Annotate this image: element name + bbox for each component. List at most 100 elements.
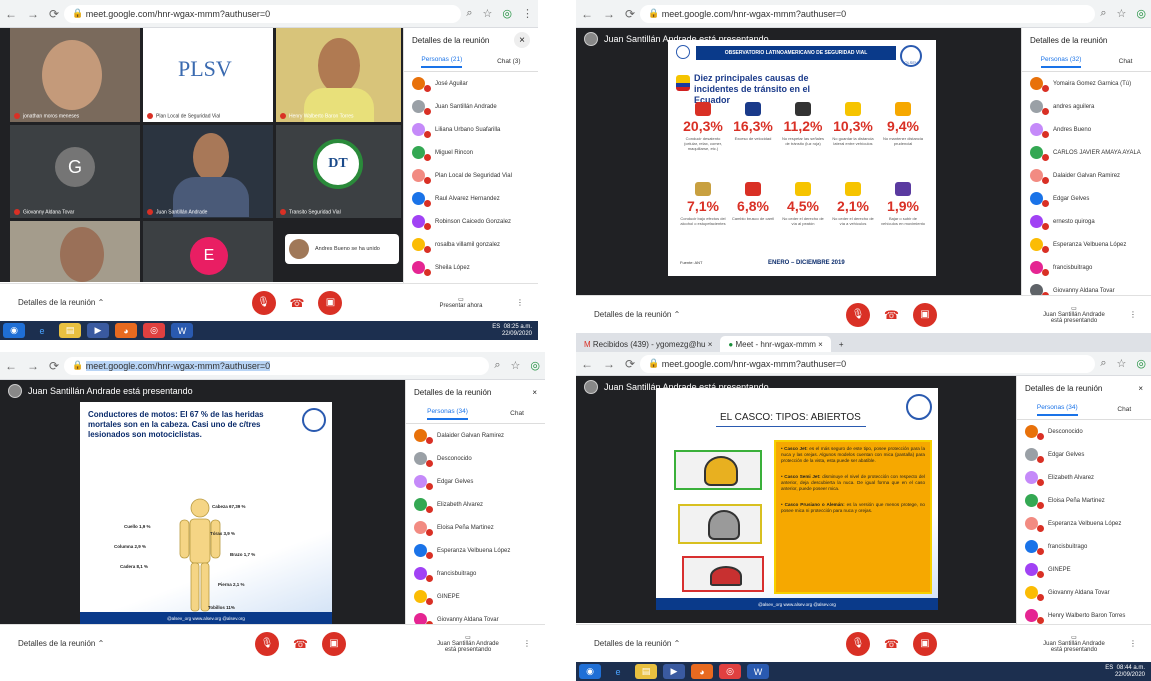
participant-row[interactable]: Plan Local de Seguridad Vial <box>404 164 538 187</box>
tab-meet[interactable]: ● Meet - hnr-wgax-mmm × <box>720 336 831 352</box>
tab-people[interactable]: Personas (32) <box>1040 56 1082 68</box>
participant-row[interactable]: Eloisa Peña Martinez <box>406 516 545 539</box>
star-icon[interactable]: ☆ <box>483 7 493 20</box>
reload-icon[interactable]: ⟳ <box>625 357 635 371</box>
extension-icon[interactable]: ◎ <box>502 7 512 20</box>
participant-row[interactable]: Miguel Rincon <box>404 141 538 164</box>
tab-chat[interactable]: Chat <box>1119 58 1133 65</box>
search-icon[interactable]: ⌕ <box>1100 357 1106 370</box>
folder-icon[interactable]: ▤ <box>59 323 81 338</box>
search-icon[interactable]: ⌕ <box>1100 7 1106 20</box>
back-icon[interactable]: ← <box>581 7 593 21</box>
url-field[interactable]: 🔒 meet.google.com/hnr-wgax-mmm?authuser=… <box>640 4 1096 23</box>
reload-icon[interactable]: ⟳ <box>625 7 635 21</box>
hangup-icon[interactable]: ☎ <box>884 637 899 651</box>
extension-icon[interactable]: ◎ <box>1136 357 1146 370</box>
meeting-details-toggle[interactable]: Detalles de la reunión ⌃ <box>18 298 168 307</box>
ie-icon[interactable]: e <box>31 323 53 338</box>
mic-off-icon[interactable]: 🎙 <box>255 631 280 656</box>
back-icon[interactable]: ← <box>581 357 593 371</box>
video-tile[interactable]: Juan Santillán Andrade <box>143 125 273 218</box>
participant-row[interactable]: Esperanza Velbuena López <box>1022 233 1151 256</box>
start-icon[interactable]: ◉ <box>3 323 25 338</box>
word-icon[interactable]: W <box>747 664 769 679</box>
more-options-icon[interactable]: ⋮ <box>516 298 524 307</box>
address-bar[interactable]: ← → ⟳ 🔒 meet.google.com/hnr-wgax-mmm?aut… <box>0 0 538 28</box>
participant-row[interactable]: Giovanny Aldana Tovar <box>1017 581 1151 604</box>
tab-people[interactable]: Personas (34) <box>427 408 468 420</box>
camera-off-icon[interactable]: ▣ <box>912 631 937 656</box>
meeting-details-toggle[interactable]: Detalles de la reunión ⌃ <box>18 639 168 648</box>
participant-row[interactable]: francisbuitrago <box>406 562 545 585</box>
camera-off-icon[interactable]: ▣ <box>912 302 937 327</box>
reload-icon[interactable]: ⟳ <box>49 359 59 373</box>
tab-chat[interactable]: Chat <box>1117 406 1131 413</box>
back-icon[interactable]: ← <box>5 7 17 21</box>
participant-row[interactable]: GINEPE <box>406 585 545 608</box>
camera-off-icon[interactable]: ▣ <box>321 631 346 656</box>
participant-row[interactable]: andres aguilera <box>1022 95 1151 118</box>
start-icon[interactable]: ◉ <box>579 664 601 679</box>
firefox-icon[interactable]: ◕ <box>691 664 713 679</box>
hangup-icon[interactable]: ☎ <box>884 308 899 322</box>
participant-row[interactable]: Robinson Caicedo Gonzalez <box>404 210 538 233</box>
url-field[interactable]: 🔒 meet.google.com/hnr-wgax-mmm?authuser=… <box>640 354 1096 373</box>
hangup-icon[interactable]: ☎ <box>290 296 305 310</box>
participant-row[interactable]: Juan Santillán Andrade <box>404 95 538 118</box>
participant-row[interactable]: Raul Alvarez Hernandez <box>404 187 538 210</box>
close-icon[interactable]: × <box>532 388 537 397</box>
address-bar[interactable]: ← → ⟳ 🔒 meet.google.com/hnr-wgax-mmm?aut… <box>0 352 545 380</box>
participant-row[interactable]: Esperanza Velbuena López <box>406 539 545 562</box>
participant-row[interactable]: Desconocido <box>406 447 545 470</box>
tab-gmail[interactable]: M Recibidos (439) - ygomezg@hu × <box>576 336 720 352</box>
word-icon[interactable]: W <box>171 323 193 338</box>
video-tile[interactable]: DT Transito Seguridad Vial <box>276 125 401 218</box>
mic-off-icon[interactable]: 🎙 <box>846 631 871 656</box>
address-bar[interactable]: ← → ⟳ 🔒 meet.google.com/hnr-wgax-mmm?aut… <box>576 0 1151 28</box>
video-tile[interactable]: PLSV Plan Local de Seguridad Vial <box>143 28 273 122</box>
forward-icon[interactable]: → <box>27 359 39 373</box>
reload-icon[interactable]: ⟳ <box>49 7 59 21</box>
search-icon[interactable]: ⌕ <box>466 7 472 20</box>
video-tile[interactable]: E <box>143 221 273 282</box>
forward-icon[interactable]: → <box>603 7 615 21</box>
firefox-icon[interactable]: ◕ <box>115 323 137 338</box>
extension-icon[interactable]: ◎ <box>1136 7 1146 20</box>
ie-icon[interactable]: e <box>607 664 629 679</box>
participant-row[interactable]: Dalaider Galvan Ramirez <box>406 424 545 447</box>
video-tile[interactable] <box>10 221 140 282</box>
presenting-indicator[interactable]: ▭ Juan Santillán Andrade está presentando <box>433 634 503 653</box>
participant-row[interactable]: Liliana Urbano Suafarilla <box>404 118 538 141</box>
hangup-icon[interactable]: ☎ <box>293 637 308 651</box>
close-icon[interactable]: × <box>1138 384 1143 393</box>
url-field[interactable]: 🔒 meet.google.com/hnr-wgax-mmm?authuser=… <box>64 356 490 375</box>
participant-row[interactable]: Eloisa Peña Martinez <box>1017 489 1151 512</box>
media-icon[interactable]: ▶ <box>663 664 685 679</box>
menu-icon[interactable]: ⋮ <box>522 7 533 20</box>
video-tile[interactable]: jonathan moros meneses <box>10 28 140 122</box>
participant-row[interactable]: Yomaira Gomez Garnica (Tú) <box>1022 72 1151 95</box>
mic-off-icon[interactable]: 🎙 <box>846 302 871 327</box>
close-icon[interactable]: × <box>514 32 530 48</box>
participant-row[interactable]: Elizabeth Alvarez <box>406 493 545 516</box>
participant-row[interactable]: José Aguilar <box>404 72 538 95</box>
star-icon[interactable]: ☆ <box>1117 357 1127 370</box>
address-bar[interactable]: ← → ⟳ 🔒 meet.google.com/hnr-wgax-mmm?aut… <box>576 352 1151 376</box>
participant-row[interactable]: Esperanza Velbuena López <box>1017 512 1151 535</box>
meeting-details-toggle[interactable]: Detalles de la reunión ⌃ <box>594 310 744 319</box>
presenting-indicator[interactable]: ▭ Juan Santillán Andrade está presentando <box>1039 634 1109 653</box>
participant-row[interactable]: francisbuitrago <box>1017 535 1151 558</box>
mic-off-icon[interactable]: 🎙 <box>251 290 276 315</box>
participant-row[interactable]: Edgar Gelves <box>1022 187 1151 210</box>
tab-chat[interactable]: Chat <box>510 410 524 417</box>
participant-row[interactable]: francisbuitrago <box>1022 256 1151 279</box>
participant-row[interactable]: ernesto quiroga <box>1022 210 1151 233</box>
presenting-indicator[interactable]: ▭ Juan Santillán Andrade está presentando <box>1039 305 1109 324</box>
participant-row[interactable]: Sheila López <box>404 256 538 279</box>
participant-row[interactable]: rosalba villamil gonzalez <box>404 233 538 256</box>
forward-icon[interactable]: → <box>603 357 615 371</box>
more-options-icon[interactable]: ⋮ <box>1129 310 1137 319</box>
participant-row[interactable]: Edgar Gelves <box>406 470 545 493</box>
participant-row[interactable]: Andres Bueno <box>1022 118 1151 141</box>
participant-row[interactable]: CARLOS JAVIER AMAYA AYALA <box>1022 141 1151 164</box>
